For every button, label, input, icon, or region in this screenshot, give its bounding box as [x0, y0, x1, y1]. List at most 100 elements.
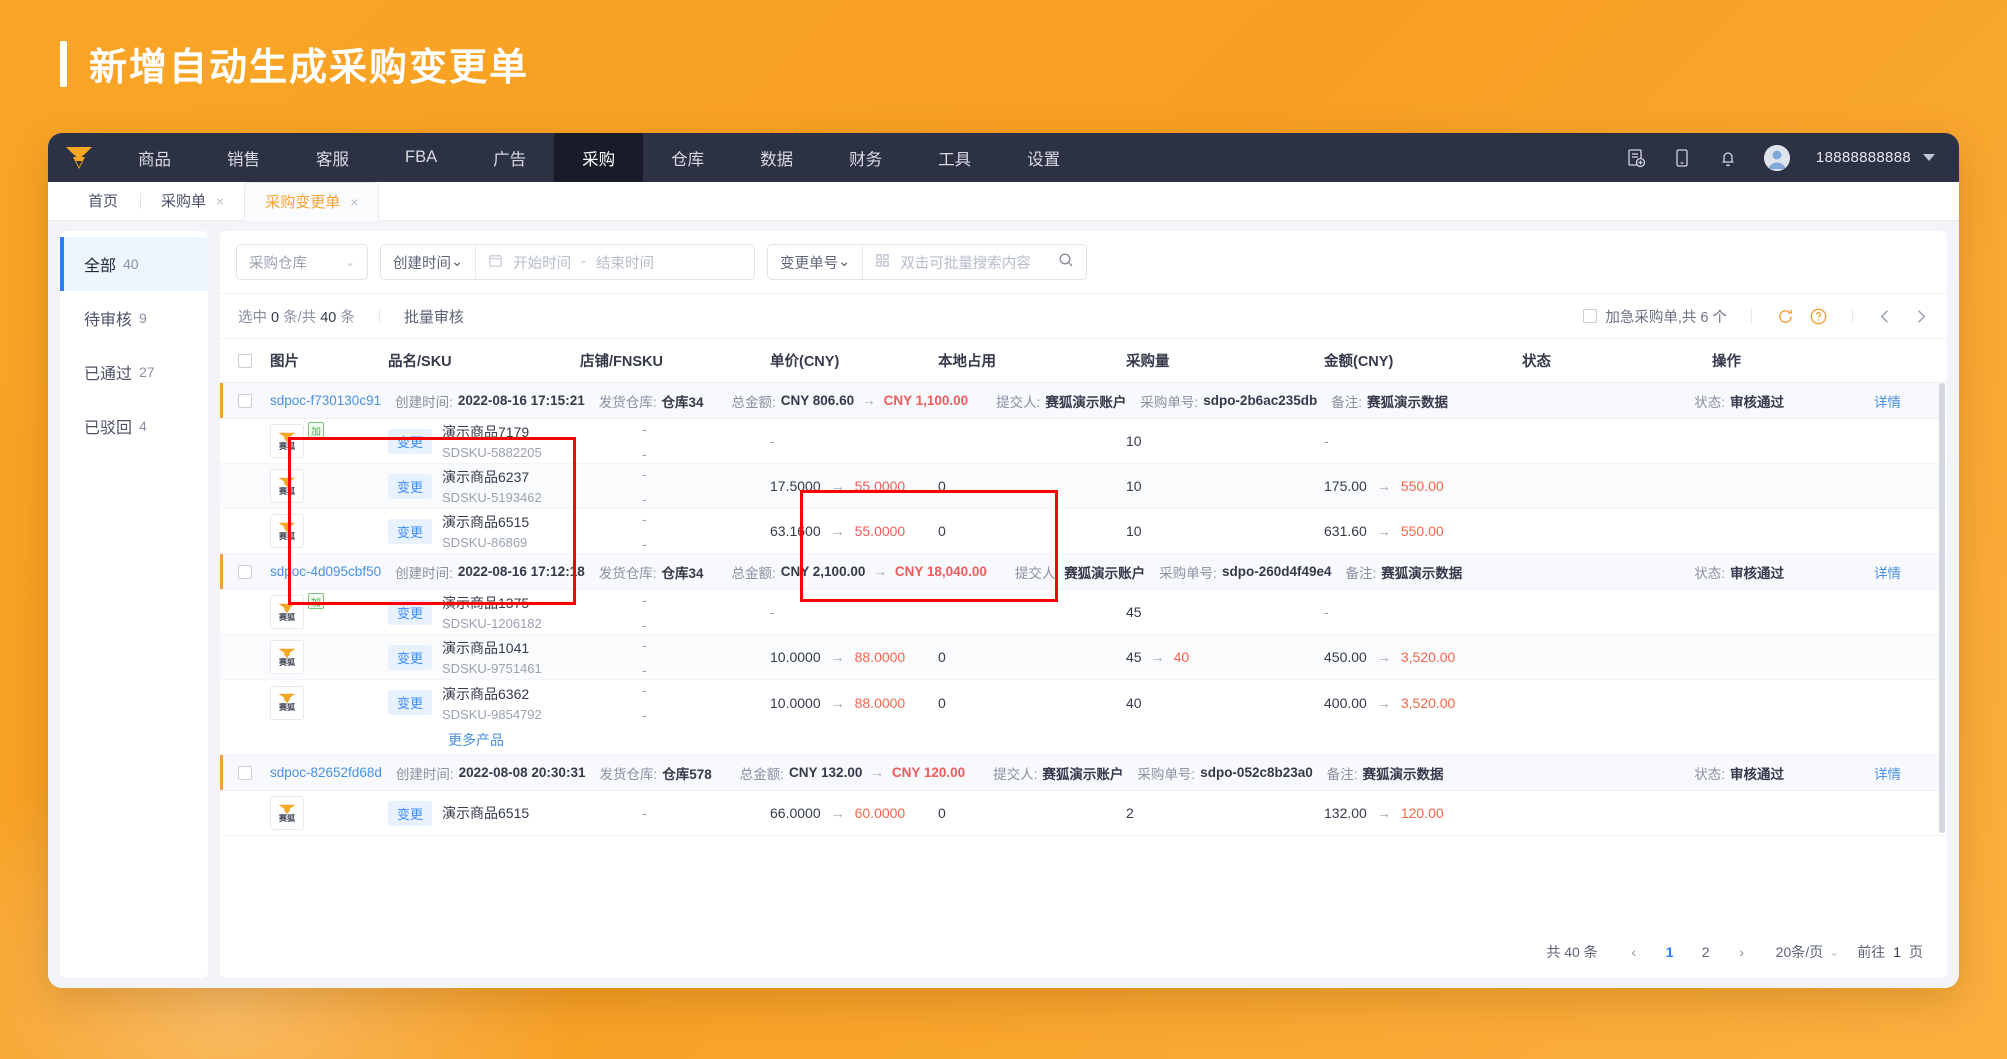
next-page-icon[interactable]	[1912, 308, 1929, 325]
avatar[interactable]	[1763, 144, 1790, 171]
date-range-input[interactable]: 开始时间 - 结束时间	[476, 245, 754, 279]
sidebar-item-all[interactable]: 全部 40	[60, 237, 208, 291]
table-row[interactable]: 赛狐 变更 演示商品6515 SDSKU-86869 - - 63.1600 →…	[220, 509, 1947, 554]
nav-item-5-active[interactable]: 采购	[554, 133, 644, 182]
nav-item-9[interactable]: 工具	[910, 133, 999, 182]
group-change-order-id[interactable]: sdpoc-f730130c91	[270, 393, 381, 408]
prev-page-icon[interactable]	[1877, 308, 1894, 325]
warehouse-select[interactable]: 采购仓库 ⌄	[236, 244, 368, 280]
header-amount: 金额(CNY)	[1324, 354, 1394, 370]
sidebar-item-rejected[interactable]: 已驳回 4	[60, 399, 208, 453]
nav-item-3[interactable]: FBA	[377, 133, 465, 182]
goto-page-input[interactable]: 1	[1893, 944, 1901, 960]
tab-home[interactable]: 首页	[70, 181, 140, 220]
nav-item-6[interactable]: 仓库	[643, 133, 732, 182]
help-icon[interactable]	[1809, 307, 1828, 326]
value-total-from: CNY 2,100.00	[780, 564, 866, 579]
sidebar-item-pending[interactable]: 待审核 9	[60, 291, 208, 345]
table-row[interactable]: 赛狐 变更 演示商品1041 SDSKU-9751461 - - 10.0000…	[220, 635, 1947, 680]
nav-item-8[interactable]: 财务	[821, 133, 910, 182]
group-detail-link[interactable]: 详情	[1874, 763, 1901, 783]
scrollbar-thumb[interactable]	[1939, 383, 1945, 833]
urgent-badge: 加	[308, 593, 324, 609]
value-total-from: CNY 806.60	[780, 393, 855, 408]
product-thumbnail[interactable]: 赛狐	[270, 640, 304, 674]
nav-item-0[interactable]: 商品	[110, 133, 199, 182]
table-row[interactable]: 赛狐 加 变更 演示商品1375 SDSKU-1206182 - - - 45 …	[220, 590, 1947, 635]
tab-close-icon-active[interactable]: ×	[350, 195, 358, 209]
label-po-number: 采购单号:	[1159, 565, 1217, 581]
product-thumbnail[interactable]: 赛狐	[270, 595, 304, 629]
sidebar-item-approved[interactable]: 已通过 27	[60, 345, 208, 399]
product-thumbnail[interactable]: 赛狐	[270, 796, 304, 830]
product-thumbnail[interactable]: 赛狐	[270, 685, 304, 720]
user-phone[interactable]: 18888888888	[1816, 149, 1911, 166]
group-change-order-id[interactable]: sdpoc-82652fd68d	[270, 765, 382, 780]
table-scrollbar[interactable]	[1939, 339, 1946, 926]
group-po-number: 采购单号: sdpo-260d4f49e4	[1159, 562, 1331, 582]
grid-icon[interactable]	[875, 253, 890, 272]
urgent-filter-checkbox[interactable]: 加急采购单,共 6 个	[1583, 306, 1727, 327]
value-submitter: 赛狐演示账户	[1064, 565, 1146, 581]
table-row[interactable]: 赛狐 变更 演示商品6237 SDSKU-5193462 - - 17.5000…	[220, 464, 1947, 509]
nav-item-2[interactable]: 客服	[288, 133, 377, 182]
row-qty-cell: 45 → 40	[1126, 649, 1324, 665]
nav-item-4[interactable]: 广告	[465, 133, 554, 182]
bell-icon[interactable]	[1718, 148, 1738, 168]
select-all-checkbox[interactable]	[238, 353, 252, 368]
value-total-to: CNY 1,100.00	[883, 393, 969, 408]
group-checkbox[interactable]	[238, 393, 252, 408]
sidebar-item-all-label: 全部	[84, 258, 117, 275]
pagination-prev[interactable]: ‹	[1619, 937, 1649, 967]
row-qty-cell: 10	[1126, 478, 1324, 494]
batch-audit-button[interactable]: 批量审核	[404, 306, 464, 327]
search-type-select[interactable]: 变更单号 ⌄	[768, 245, 862, 279]
pagination-page-1[interactable]: 1	[1655, 937, 1685, 967]
nav-item-7[interactable]: 数据	[732, 133, 821, 182]
document-add-icon[interactable]	[1626, 148, 1646, 168]
group-detail-link[interactable]: 详情	[1874, 391, 1901, 411]
checkbox[interactable]	[1583, 309, 1598, 323]
table-row[interactable]: 赛狐 变更 演示商品6515 - 66.0000 → 60.0000 0 2 1…	[220, 791, 1947, 836]
tab-close-icon[interactable]: ×	[216, 194, 224, 208]
pagination-page-2[interactable]: 2	[1691, 937, 1721, 967]
tab-purchase-change-order[interactable]: 采购变更单 ×	[244, 182, 380, 221]
qty-from: 10	[1126, 523, 1142, 539]
chevron-down-icon[interactable]	[1923, 154, 1935, 161]
tab-purchase-order[interactable]: 采购单 ×	[141, 181, 244, 220]
refresh-icon[interactable]	[1776, 307, 1795, 326]
table-row[interactable]: 赛狐 加 变更 演示商品7179 SDSKU-5882205 - - - 10 …	[220, 419, 1947, 464]
product-thumbnail[interactable]: 赛狐	[270, 514, 304, 548]
row-amount-cell: 631.60 → 550.00	[1324, 523, 1522, 539]
time-type-select[interactable]: 创建时间 ⌄	[381, 245, 475, 279]
nav-item-10[interactable]: 设置	[999, 133, 1088, 182]
shop-value: -	[642, 682, 647, 698]
row-amount-cell: -	[1324, 604, 1522, 620]
pagination-next[interactable]: ›	[1727, 937, 1757, 967]
header-status: 状态	[1522, 354, 1551, 370]
change-tag: 变更	[388, 800, 433, 826]
search-input[interactable]: 双击可批量搜索内容	[863, 245, 1086, 279]
product-thumbnail[interactable]: 赛狐	[270, 424, 304, 458]
price-from: 10.0000	[770, 694, 821, 711]
price-to: 88.0000	[854, 694, 906, 711]
urgent-filter-label: 加急采购单,共 6 个	[1605, 309, 1727, 326]
more-products-link[interactable]: 更多产品	[448, 730, 504, 750]
arrow-icon: →	[830, 805, 845, 821]
product-thumbnail[interactable]: 赛狐	[270, 469, 304, 503]
name-sku-block: 演示商品7179 SDSKU-5882205	[442, 422, 542, 460]
table-row[interactable]: 赛狐 变更 演示商品6362 SDSKU-9854792 - - 10.0000…	[220, 680, 1947, 725]
fnsku-value: -	[642, 707, 647, 723]
row-local-cell: 0	[938, 805, 1126, 821]
group-checkbox[interactable]	[238, 765, 252, 780]
page-size-select[interactable]: 20条/页 ⌄	[1776, 942, 1840, 962]
search-icon[interactable]	[1058, 252, 1074, 272]
group-change-order-id[interactable]: sdpoc-4d095cbf50	[270, 564, 381, 579]
nav-item-1[interactable]: 销售	[199, 133, 288, 182]
selected-mid: 条/共	[283, 309, 317, 326]
shop-value: -	[642, 636, 647, 653]
app-logo[interactable]	[48, 133, 110, 182]
group-checkbox[interactable]	[238, 564, 252, 579]
group-detail-link[interactable]: 详情	[1874, 562, 1901, 582]
mobile-icon[interactable]	[1672, 148, 1692, 168]
